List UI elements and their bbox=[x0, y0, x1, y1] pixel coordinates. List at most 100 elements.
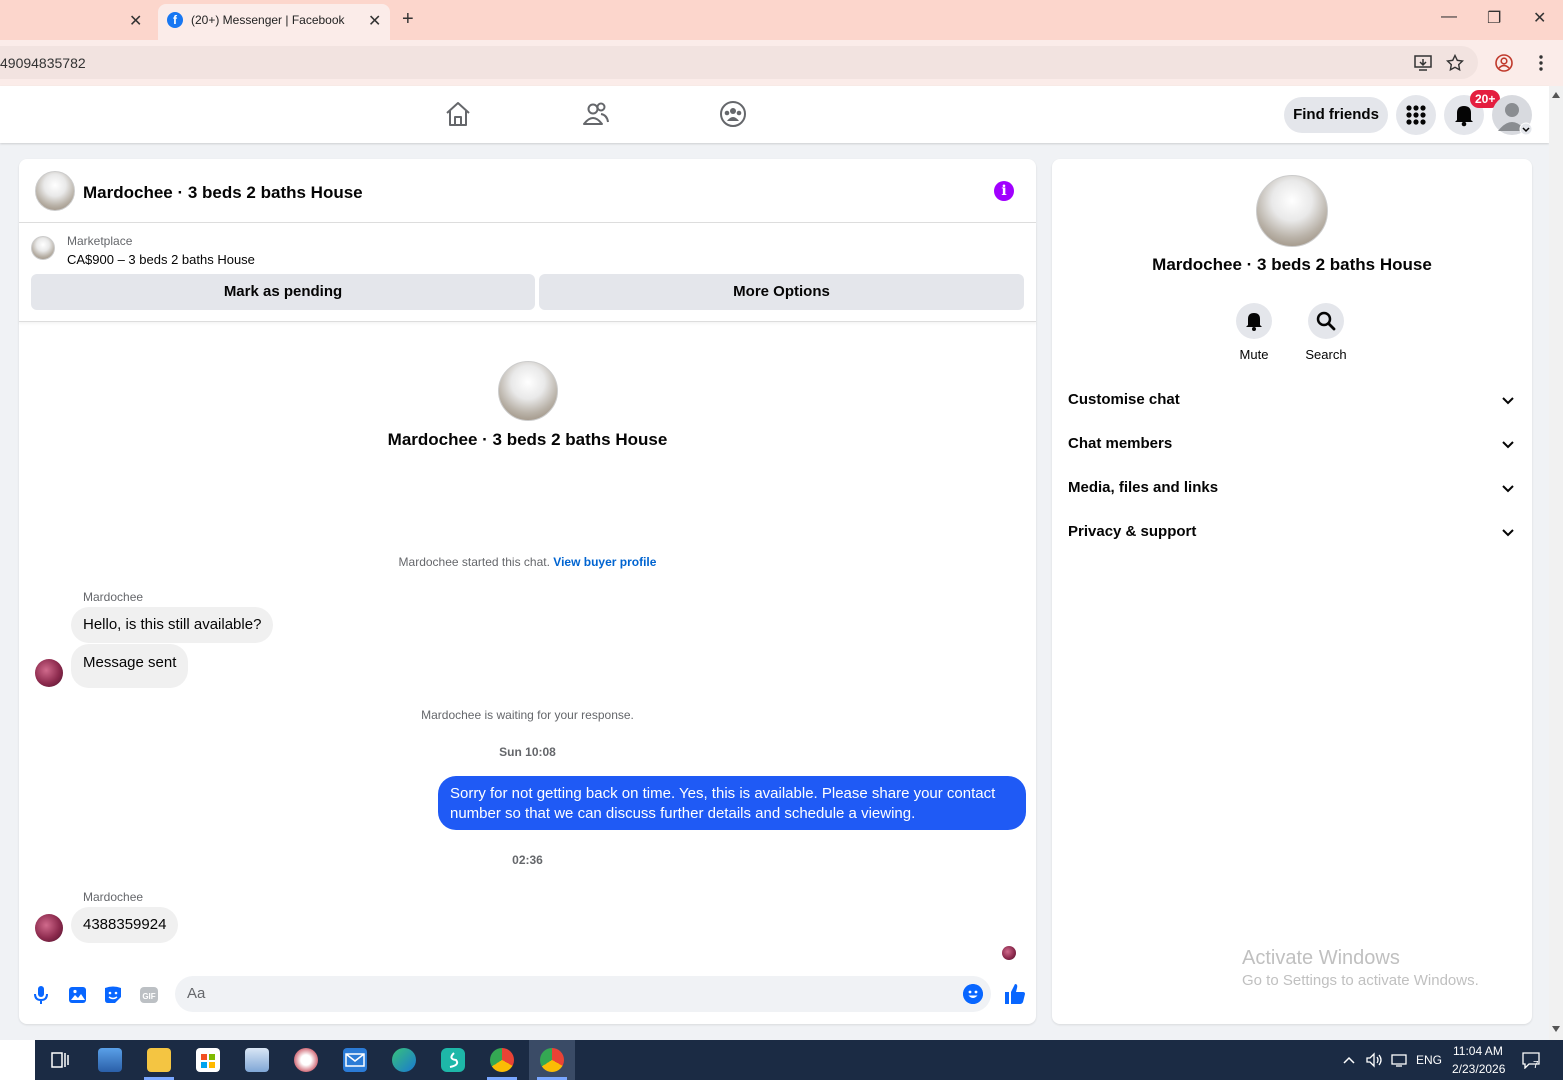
svg-text:GIF: GIF bbox=[142, 992, 155, 1001]
waiting-notice: Mardochee is waiting for your response. bbox=[421, 708, 634, 722]
default-avatar-icon bbox=[1498, 103, 1533, 136]
scroll-down-icon[interactable] bbox=[1552, 1026, 1560, 1032]
restore-button[interactable]: ❐ bbox=[1487, 8, 1501, 28]
browser-address-bar: 49094835782 bbox=[0, 40, 1563, 86]
chevron-down-icon bbox=[1502, 485, 1514, 493]
new-tab-button[interactable]: + bbox=[402, 8, 414, 31]
facebook-header: Find friends 20+ bbox=[0, 86, 1549, 143]
mute-button[interactable]: Mute bbox=[1214, 303, 1294, 362]
chat-started-notice: Mardochee started this chat. View buyer … bbox=[19, 555, 1036, 569]
apps-grid-icon bbox=[1406, 105, 1426, 125]
url-field[interactable]: 49094835782 bbox=[0, 46, 1478, 79]
facebook-favicon-icon: f bbox=[167, 12, 183, 28]
chevron-down-icon bbox=[1502, 529, 1514, 537]
info-icon[interactable]: i bbox=[994, 181, 1014, 201]
profile-avatar[interactable] bbox=[1256, 175, 1328, 247]
account-avatar[interactable] bbox=[1492, 95, 1533, 136]
install-app-icon[interactable] bbox=[1414, 54, 1432, 72]
sender-avatar[interactable] bbox=[35, 659, 63, 687]
section-chat-members[interactable]: Chat members bbox=[1068, 432, 1516, 456]
chat-started-text: Mardochee started this chat. bbox=[398, 555, 550, 569]
chat-panel: Mardochee · 3 beds 2 baths House i Marke… bbox=[19, 159, 1036, 1024]
chat-avatar[interactable] bbox=[35, 171, 75, 211]
marketplace-label: Marketplace bbox=[67, 234, 133, 248]
section-privacy-support[interactable]: Privacy & support bbox=[1068, 520, 1516, 544]
more-options-button[interactable]: More Options bbox=[539, 274, 1024, 310]
section-media-files-links[interactable]: Media, files and links bbox=[1068, 476, 1516, 500]
mail-icon[interactable] bbox=[343, 1048, 367, 1072]
microphone-icon[interactable] bbox=[30, 984, 52, 1006]
message-sender: Mardochee bbox=[83, 890, 144, 904]
task-view-icon[interactable] bbox=[48, 1048, 72, 1072]
sender-avatar[interactable] bbox=[35, 914, 63, 942]
message-sender: Mardochee bbox=[83, 590, 144, 604]
search-button[interactable]: Search bbox=[1286, 303, 1366, 362]
chevron-down-icon bbox=[1502, 441, 1514, 449]
browser-tab-messenger[interactable]: f (20+) Messenger | Facebook ✕ bbox=[158, 4, 390, 40]
gif-icon[interactable]: GIF bbox=[138, 984, 160, 1006]
browser-tab-bar: ✕ f (20+) Messenger | Facebook ✕ + — ❐ ✕ bbox=[0, 0, 1563, 40]
scroll-up-icon[interactable] bbox=[1552, 92, 1560, 98]
thumbs-up-icon[interactable] bbox=[1003, 982, 1027, 1006]
chrome-icon[interactable] bbox=[490, 1048, 514, 1072]
listing-title[interactable]: CA$900 – 3 beds 2 baths House bbox=[67, 252, 255, 267]
incoming-message[interactable]: 4388359924 bbox=[71, 907, 179, 943]
chevron-up-icon[interactable] bbox=[1342, 1054, 1356, 1066]
section-label: Media, files and links bbox=[1068, 479, 1219, 496]
listing-thumbnail[interactable] bbox=[31, 236, 55, 260]
sticker-icon[interactable] bbox=[102, 984, 124, 1006]
search-icon bbox=[1316, 311, 1336, 331]
edge-icon[interactable] bbox=[392, 1048, 416, 1072]
emoji-icon[interactable] bbox=[963, 984, 983, 1004]
friends-icon[interactable] bbox=[582, 100, 610, 128]
outgoing-message[interactable]: Sorry for not getting back on time. Yes,… bbox=[438, 776, 1026, 830]
start-area[interactable] bbox=[0, 1040, 35, 1080]
page-scrollbar[interactable] bbox=[1549, 86, 1563, 1040]
mark-as-pending-button[interactable]: Mark as pending bbox=[31, 274, 535, 310]
search-label: Search bbox=[1305, 347, 1347, 362]
incoming-message[interactable]: Message sent bbox=[71, 644, 189, 688]
section-customise-chat[interactable]: Customise chat bbox=[1068, 388, 1516, 412]
timestamp: Sun 10:08 bbox=[499, 745, 556, 759]
surfshark-icon[interactable] bbox=[441, 1048, 465, 1072]
clock-time[interactable]: 11:04 AM bbox=[1453, 1044, 1503, 1058]
read-receipt-avatar bbox=[1002, 946, 1016, 960]
chat-header: Mardochee · 3 beds 2 baths House i bbox=[19, 159, 1036, 223]
this-pc-icon[interactable] bbox=[98, 1048, 122, 1072]
activate-windows-subtitle: Go to Settings to activate Windows. bbox=[1242, 972, 1479, 989]
message-input[interactable]: Aa bbox=[175, 976, 991, 1012]
menu-button[interactable] bbox=[1396, 95, 1436, 135]
chat-title[interactable]: Mardochee · 3 beds 2 baths House bbox=[83, 183, 363, 203]
language-indicator[interactable]: ENG bbox=[1416, 1053, 1442, 1067]
profile-icon[interactable] bbox=[1495, 54, 1513, 72]
volume-icon[interactable] bbox=[1365, 1052, 1383, 1068]
incoming-message[interactable]: Hello, is this still available? bbox=[71, 607, 274, 643]
windows-taskbar: ENG 11:04 AM 2/23/2026 7 bbox=[0, 1040, 1563, 1080]
tab-title: (20+) Messenger | Facebook bbox=[191, 13, 345, 27]
network-icon[interactable] bbox=[1390, 1052, 1408, 1068]
home-icon[interactable] bbox=[444, 100, 472, 128]
photos-icon[interactable] bbox=[245, 1048, 269, 1072]
activate-windows-title: Activate Windows bbox=[1242, 947, 1400, 969]
active-taskbar-item[interactable] bbox=[529, 1040, 575, 1080]
file-explorer-icon[interactable] bbox=[147, 1048, 171, 1072]
browser-tab-inactive[interactable]: ✕ bbox=[0, 0, 156, 40]
bookmark-star-icon[interactable] bbox=[1446, 54, 1464, 72]
bell-icon bbox=[1246, 313, 1262, 331]
tab-close-icon[interactable]: ✕ bbox=[368, 11, 381, 31]
tab-close-icon[interactable]: ✕ bbox=[129, 11, 142, 31]
clock-date[interactable]: 2/23/2026 bbox=[1452, 1062, 1505, 1076]
url-text: 49094835782 bbox=[0, 55, 86, 71]
browser-menu-icon[interactable] bbox=[1536, 54, 1546, 72]
minimize-button[interactable]: — bbox=[1441, 8, 1457, 26]
microsoft-store-icon[interactable] bbox=[196, 1048, 220, 1072]
paint-icon[interactable] bbox=[294, 1048, 318, 1072]
find-friends-button[interactable]: Find friends bbox=[1284, 97, 1388, 133]
view-buyer-profile-link[interactable]: View buyer profile bbox=[553, 555, 656, 569]
chevron-down-icon bbox=[1502, 397, 1514, 405]
notification-count: 7 bbox=[1533, 1060, 1539, 1071]
photo-icon[interactable] bbox=[66, 984, 88, 1006]
groups-icon[interactable] bbox=[719, 100, 747, 128]
close-window-button[interactable]: ✕ bbox=[1533, 8, 1546, 28]
intro-avatar[interactable] bbox=[498, 361, 558, 421]
